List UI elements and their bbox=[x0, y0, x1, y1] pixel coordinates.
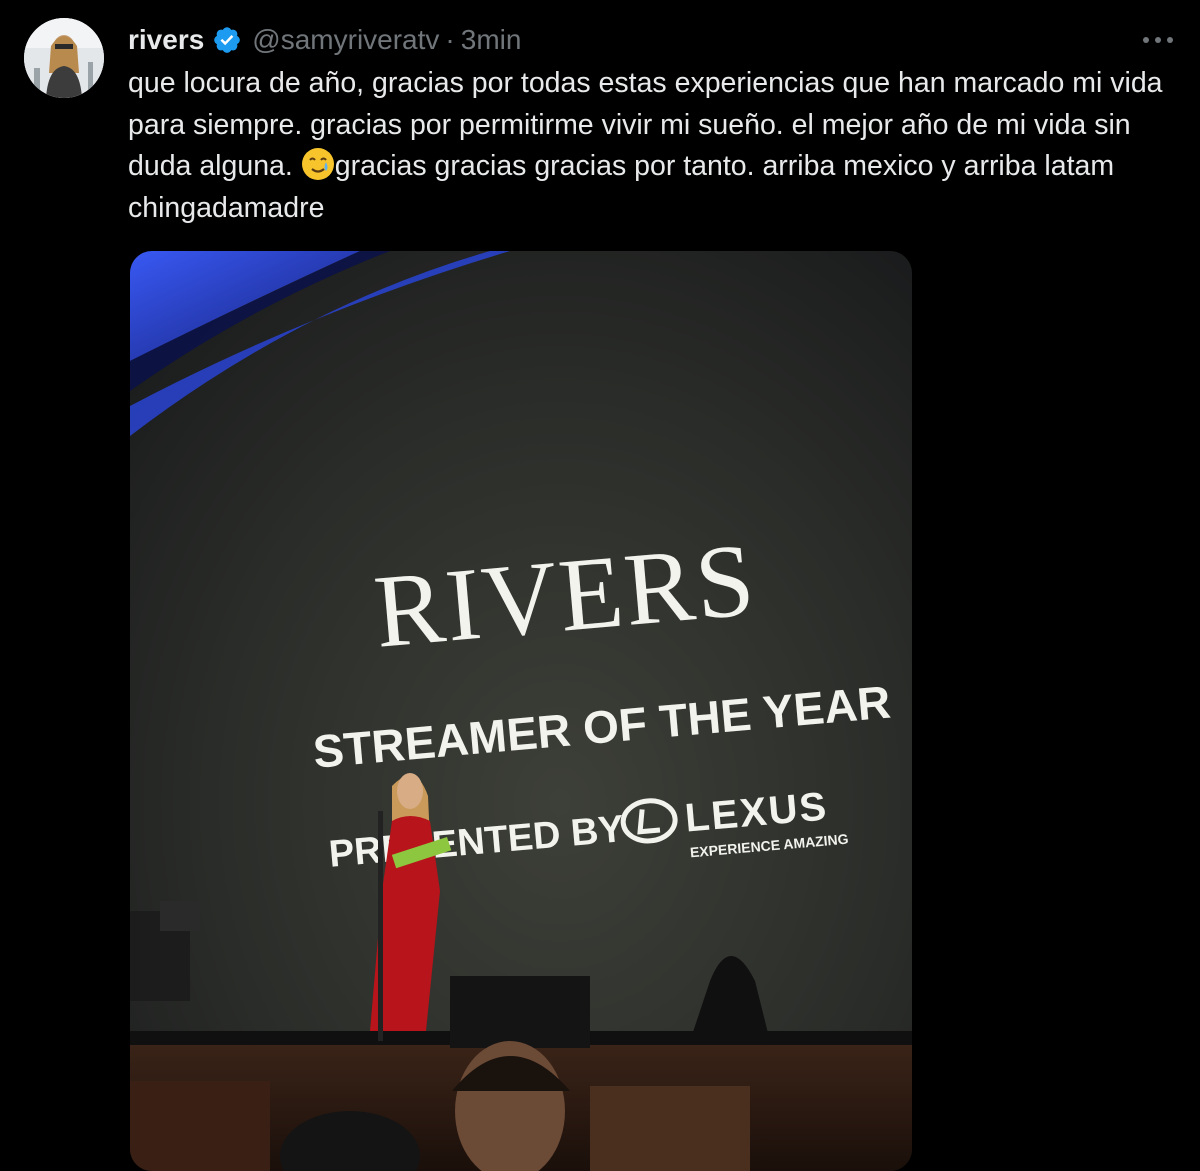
tweet-photo[interactable]: RIVERS STREAMER OF THE YEAR PRESENTED BY… bbox=[130, 251, 912, 1171]
verified-badge-icon bbox=[212, 25, 242, 55]
tweet-text: que locura de año, gracias por todas est… bbox=[128, 63, 1178, 229]
avatar[interactable] bbox=[24, 18, 104, 98]
more-options-icon[interactable] bbox=[1138, 26, 1178, 54]
tweet[interactable]: rivers @samyriveratv · 3min que locura d… bbox=[0, 0, 1200, 1171]
timestamp[interactable]: 3min bbox=[461, 24, 522, 56]
avatar-image bbox=[24, 18, 104, 98]
separator-dot: · bbox=[445, 24, 455, 55]
author-handle[interactable]: @samyriveratv bbox=[252, 24, 439, 56]
author-name[interactable]: rivers bbox=[128, 24, 204, 56]
smiling-face-with-tear-icon bbox=[301, 147, 335, 181]
tweet-header: rivers @samyriveratv · 3min bbox=[128, 22, 521, 58]
stage-photo: RIVERS STREAMER OF THE YEAR PRESENTED BY… bbox=[130, 251, 912, 1171]
